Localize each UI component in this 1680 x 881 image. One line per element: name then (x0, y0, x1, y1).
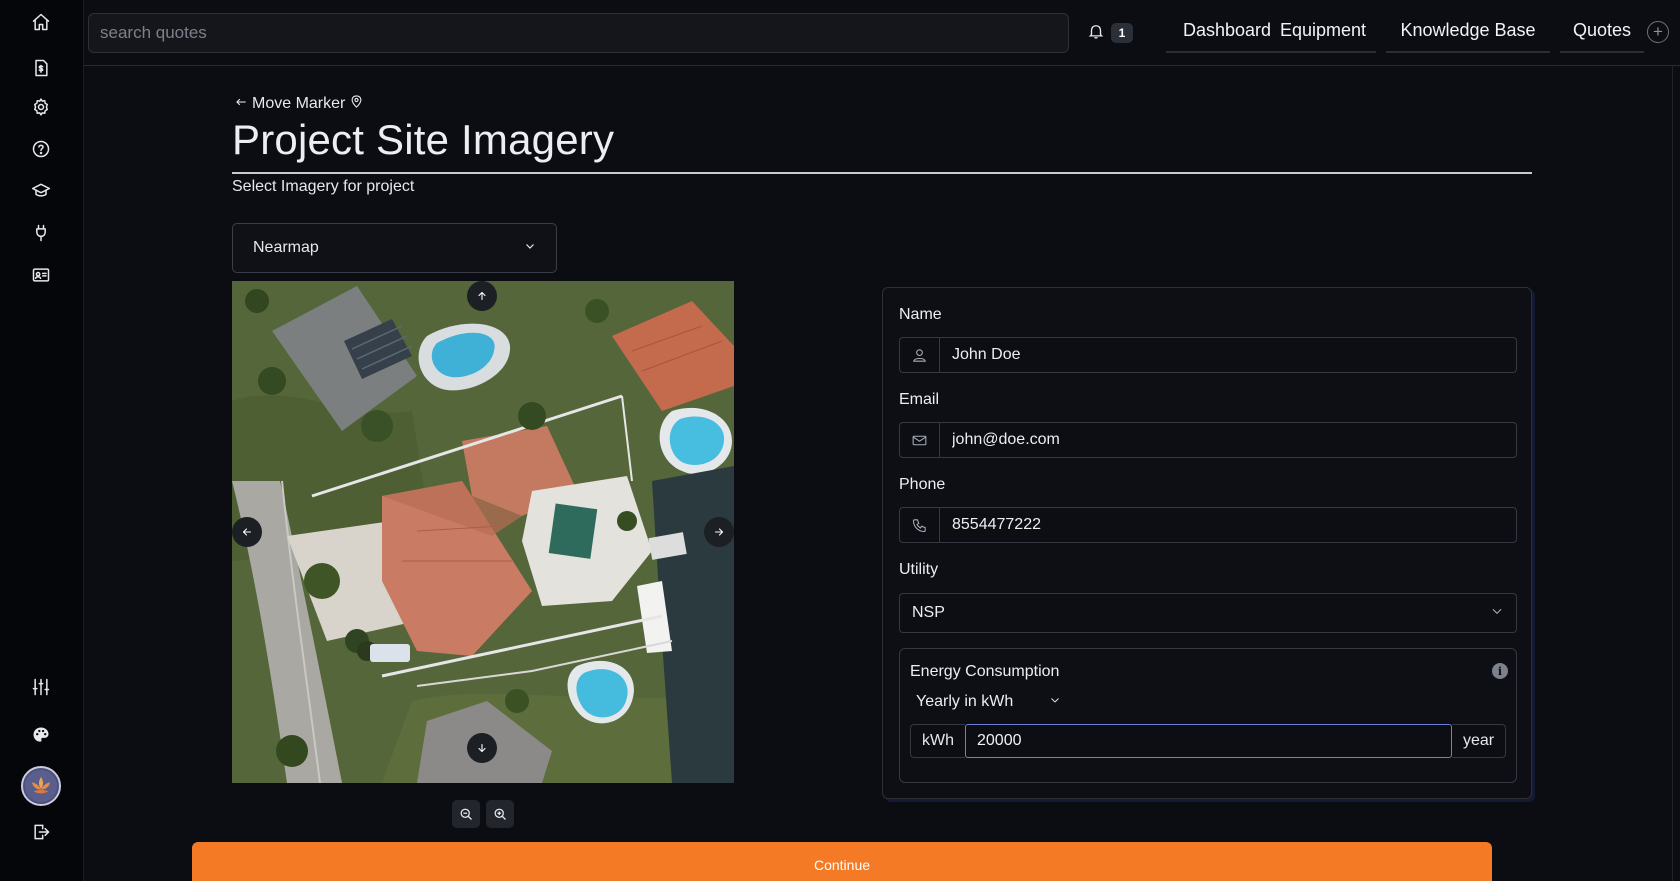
email-label: Email (899, 391, 940, 408)
sliders-icon[interactable] (27, 673, 55, 701)
name-input[interactable] (940, 338, 1516, 372)
email-field (899, 422, 1517, 458)
energy-consumption-group: Energy Consumption i Yearly in kWh kWh y… (899, 648, 1517, 783)
settings-icon[interactable] (27, 93, 55, 121)
energy-period-select[interactable]: Yearly in kWh (916, 693, 1061, 711)
back-link-label: Move Marker (252, 95, 346, 112)
utility-label: Utility (899, 561, 939, 578)
avatar[interactable] (21, 766, 61, 806)
scrollbar[interactable] (1672, 66, 1680, 881)
email-input[interactable] (940, 423, 1516, 457)
pan-up-button[interactable] (467, 281, 497, 311)
phone-field (899, 507, 1517, 543)
user-icon (900, 338, 940, 372)
page-title: Project Site Imagery (232, 116, 615, 163)
phone-icon (900, 508, 940, 542)
chevron-down-icon (1490, 604, 1504, 623)
energy-consumption-title: Energy Consumption (910, 663, 1060, 680)
palette-icon[interactable] (27, 721, 55, 749)
bell-icon[interactable] (1087, 22, 1109, 44)
graduation-cap-icon[interactable] (27, 177, 55, 205)
nav-knowledge-base[interactable]: Knowledge Base (1386, 20, 1550, 53)
invoice-icon[interactable] (27, 54, 55, 82)
energy-unit-suffix: year (1452, 724, 1506, 758)
utility-value: NSP (912, 604, 945, 621)
home-icon[interactable] (27, 8, 55, 36)
energy-input-group: kWh year (910, 724, 1506, 758)
utility-select[interactable]: NSP (899, 593, 1517, 633)
search-input[interactable] (88, 13, 1069, 53)
aerial-imagery-viewer[interactable] (232, 281, 734, 783)
notification-count-badge: 1 (1111, 23, 1133, 43)
arrow-left-icon (234, 95, 248, 114)
nav-equipment[interactable]: Equipment (1270, 20, 1376, 53)
continue-button[interactable]: Continue (192, 842, 1492, 881)
back-link[interactable]: Move Marker (234, 94, 364, 114)
sidebar (0, 0, 84, 881)
chevron-down-icon (524, 239, 536, 257)
page-subtitle: Select Imagery for project (232, 178, 415, 195)
add-icon[interactable]: + (1647, 21, 1669, 43)
id-card-icon[interactable] (27, 261, 55, 289)
logout-icon[interactable] (27, 818, 55, 846)
zoom-in-button[interactable] (486, 800, 514, 828)
name-field (899, 337, 1517, 373)
top-bar: 1 Dashboard Equipment Knowledge Base Quo… (84, 0, 1680, 66)
map-pin-icon (349, 94, 364, 114)
energy-period-value: Yearly in kWh (916, 693, 1014, 710)
title-divider (232, 172, 1532, 174)
pan-right-button[interactable] (704, 517, 734, 547)
pan-left-button[interactable] (232, 517, 262, 547)
phone-label: Phone (899, 476, 946, 493)
zoom-out-button[interactable] (452, 800, 480, 828)
customer-form-panel: Name Email Phone Utility NSP Energy Cons… (882, 287, 1532, 799)
info-icon[interactable]: i (1492, 663, 1508, 679)
pan-down-button[interactable] (467, 733, 497, 763)
name-label: Name (899, 306, 942, 323)
envelope-icon (900, 423, 940, 457)
plug-icon[interactable] (27, 219, 55, 247)
help-icon[interactable] (27, 135, 55, 163)
chevron-down-icon (1049, 693, 1061, 711)
phone-input[interactable] (940, 508, 1516, 542)
aerial-image (232, 281, 734, 783)
imagery-source-select[interactable]: Nearmap (232, 223, 557, 273)
nav-quotes[interactable]: Quotes (1560, 20, 1644, 53)
energy-unit-prefix: kWh (910, 724, 965, 758)
energy-consumption-input[interactable] (965, 724, 1452, 758)
imagery-source-value: Nearmap (253, 239, 319, 256)
